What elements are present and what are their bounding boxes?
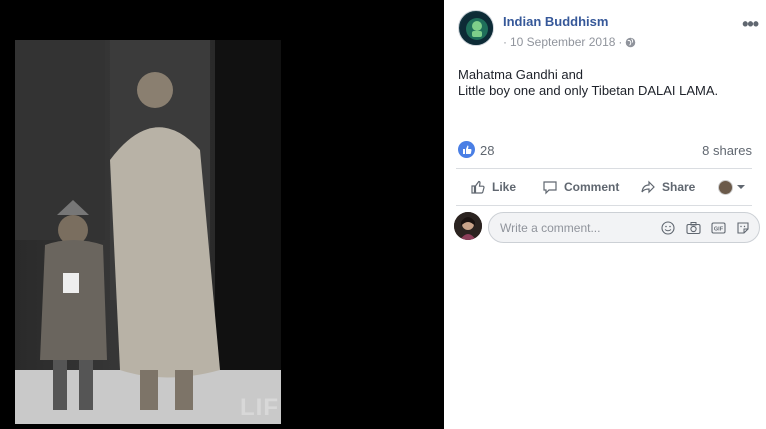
thumbs-up-icon bbox=[470, 179, 486, 195]
page-name-link[interactable]: Indian Buddhism bbox=[503, 14, 608, 29]
comment-button[interactable]: Comment bbox=[542, 173, 619, 201]
like-count[interactable]: 28 bbox=[480, 143, 494, 158]
emoji-icon[interactable] bbox=[660, 220, 676, 236]
comment-label: Comment bbox=[564, 180, 620, 194]
like-button[interactable]: Like bbox=[470, 173, 516, 201]
globe-icon bbox=[625, 37, 636, 48]
comment-input[interactable]: Write a comment... GIF bbox=[488, 212, 760, 243]
action-bar: Like Comment Share bbox=[456, 173, 752, 201]
share-button[interactable]: Share bbox=[640, 173, 695, 201]
divider bbox=[456, 205, 752, 206]
post-date[interactable]: 10 September 2018 bbox=[510, 35, 615, 49]
shares-count[interactable]: 8 shares bbox=[702, 143, 752, 158]
camera-icon[interactable] bbox=[685, 220, 701, 236]
sticker-icon[interactable] bbox=[735, 220, 751, 236]
gif-icon[interactable]: GIF bbox=[710, 220, 726, 236]
reaction-stats: 28 8 shares bbox=[458, 140, 752, 160]
post-meta-separator: · bbox=[503, 35, 507, 49]
post-panel: Indian Buddhism · 10 September 2018 · ••… bbox=[444, 0, 766, 429]
chevron-down-icon bbox=[736, 182, 746, 192]
page-avatar[interactable] bbox=[458, 10, 494, 46]
like-label: Like bbox=[492, 180, 517, 194]
more-options-icon[interactable]: ••• bbox=[742, 14, 759, 35]
post-meta-separator: · bbox=[618, 35, 623, 49]
like-reaction-icon[interactable] bbox=[458, 141, 475, 158]
photo-image bbox=[15, 40, 281, 424]
post-as-selector[interactable] bbox=[718, 173, 746, 201]
post-text-line: Mahatma Gandhi and bbox=[458, 67, 584, 82]
photo-viewer: LIF bbox=[0, 0, 444, 429]
user-avatar[interactable] bbox=[454, 212, 482, 240]
post-text-line: Little boy one and only Tibetan DALAI LA… bbox=[458, 83, 719, 98]
svg-text:GIF: GIF bbox=[713, 227, 723, 233]
comment-placeholder: Write a comment... bbox=[500, 221, 601, 235]
divider bbox=[456, 168, 752, 169]
share-arrow-icon bbox=[640, 179, 656, 195]
post-photo[interactable]: LIF bbox=[15, 40, 281, 424]
user-mini-avatar bbox=[718, 179, 733, 195]
photo-watermark: LIF bbox=[240, 394, 279, 421]
panel-empty-area bbox=[444, 247, 766, 429]
post-header: Indian Buddhism · 10 September 2018 · ••… bbox=[458, 10, 759, 50]
comment-bubble-icon bbox=[542, 179, 558, 195]
comment-tools: GIF bbox=[660, 220, 751, 236]
comment-composer: Write a comment... GIF bbox=[454, 212, 760, 244]
share-label: Share bbox=[662, 180, 696, 194]
post-meta: · 10 September 2018 · bbox=[503, 35, 636, 49]
post-text: Mahatma Gandhi and Little boy one and on… bbox=[458, 67, 758, 99]
